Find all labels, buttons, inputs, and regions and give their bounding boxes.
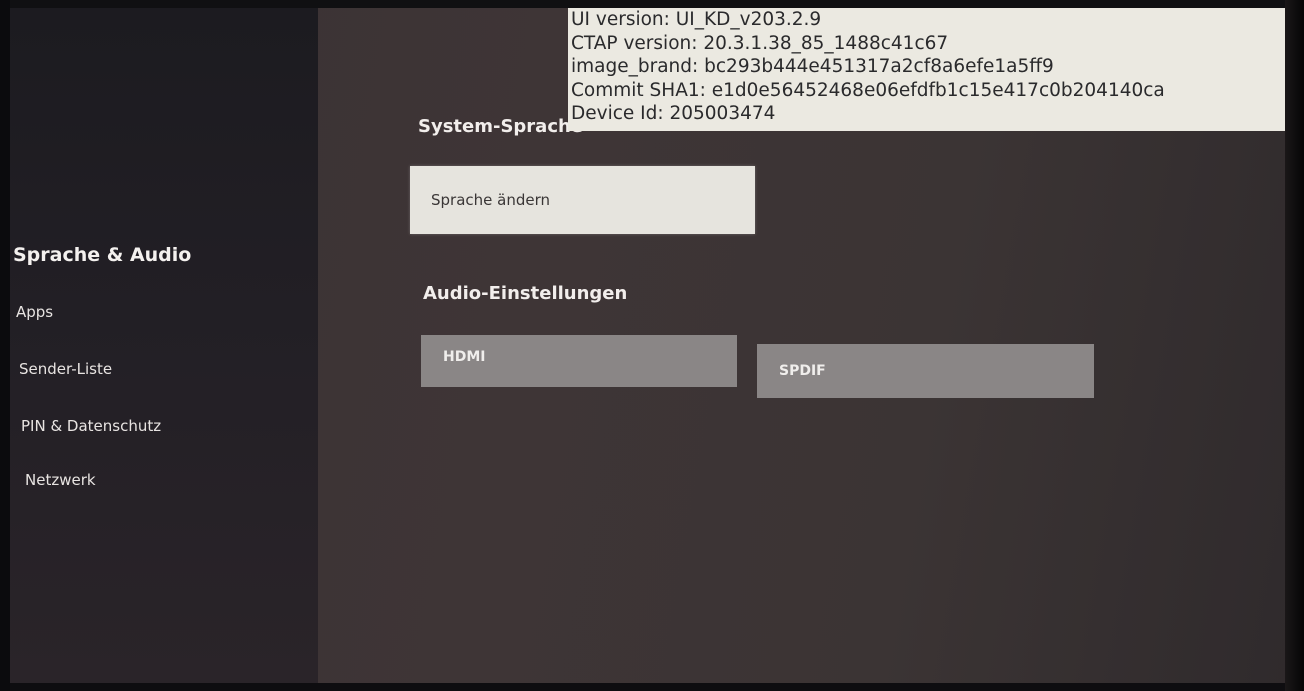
system-language-heading: System-Sprache (418, 116, 584, 137)
sidebar-item-sprache-audio[interactable]: Sprache & Audio (13, 244, 191, 266)
sidebar-item-sender-liste[interactable]: Sender-Liste (19, 360, 112, 378)
sidebar-item-pin-datenschutz[interactable]: PIN & Datenschutz (21, 417, 161, 435)
audio-settings-heading: Audio-Einstellungen (423, 283, 628, 304)
sidebar-item-netzwerk[interactable]: Netzwerk (25, 471, 96, 489)
frame-edge-right (1285, 0, 1304, 691)
ctap-version-text: CTAP version: 20.3.1.38_85_1488c41c67 (571, 32, 949, 54)
commit-sha-text: Commit SHA1: e1d0e56452468e06efdfb1c15e4… (571, 79, 1165, 101)
frame-edge-bottom (0, 683, 1304, 691)
device-id-text: Device Id: 205003474 (571, 103, 776, 124)
tv-settings-screen: Sprache & Audio Apps Sender-Liste PIN & … (0, 0, 1304, 691)
frame-edge-left (0, 0, 10, 691)
image-brand-text: image_brand: bc293b444e451317a2cf8a6efe1… (571, 56, 1054, 77)
change-language-button[interactable]: Sprache ändern (410, 166, 755, 234)
debug-info-overlay: UI version: UI_KD_v203.2.9 CTAP version:… (568, 7, 1285, 131)
frame-edge-top (0, 0, 1304, 8)
spdif-audio-button[interactable]: SPDIF (757, 344, 1094, 398)
settings-sidebar: Sprache & Audio Apps Sender-Liste PIN & … (10, 8, 318, 683)
ui-version-text: UI version: UI_KD_v203.2.9 (571, 9, 822, 30)
sidebar-item-apps[interactable]: Apps (16, 303, 53, 321)
hdmi-audio-button[interactable]: HDMI (421, 335, 737, 387)
